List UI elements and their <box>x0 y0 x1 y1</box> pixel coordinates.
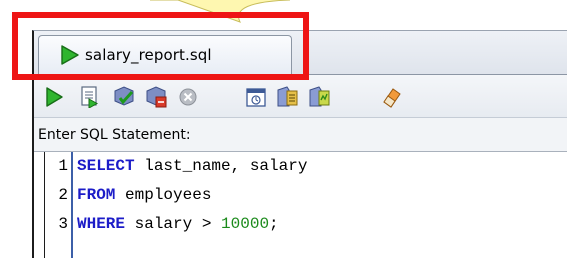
toolbar <box>34 75 567 118</box>
code-line[interactable]: 1 SELECT last_name, salary <box>45 152 307 180</box>
code-line[interactable]: 3 WHERE salary > 10000; <box>45 210 279 238</box>
line-number: 3 <box>58 215 68 233</box>
code-text: WHERE salary > 10000; <box>77 215 279 233</box>
tab-salary-report[interactable]: salary_report.sql <box>38 35 292 74</box>
plain-token: last_name, salary <box>134 157 308 175</box>
plain-token: ; <box>269 215 279 233</box>
run-script-icon[interactable] <box>78 85 102 109</box>
code-line[interactable]: 2 FROM employees <box>45 181 211 209</box>
prompt-bar: Enter SQL Statement: <box>34 118 567 152</box>
keyword-token: SELECT <box>77 157 135 175</box>
callout-bubble <box>150 0 290 24</box>
tab-label: salary_report.sql <box>85 46 212 64</box>
run-arrow-icon <box>59 44 81 66</box>
plain-token: employees <box>115 186 212 204</box>
sql-editor[interactable]: 1 SELECT last_name, salary 2 FROM employ… <box>44 152 567 258</box>
enter-sql-statement-label: Enter SQL Statement: <box>38 126 191 143</box>
commit-icon[interactable] <box>112 85 136 109</box>
run-statement-icon[interactable] <box>42 85 66 109</box>
keyword-token: WHERE <box>77 215 126 233</box>
explain-plan-icon[interactable] <box>276 85 300 109</box>
cancel-icon[interactable] <box>176 85 200 109</box>
rollback-icon[interactable] <box>144 85 168 109</box>
code-text: FROM employees <box>77 186 211 204</box>
sql-tuning-advisor-icon[interactable] <box>244 85 268 109</box>
autotrace-icon[interactable] <box>308 85 332 109</box>
sql-worksheet-window: salary_report.sql Enter SQL Statement: 1… <box>32 30 567 258</box>
screenshot-page: salary_report.sql Enter SQL Statement: 1… <box>0 0 567 258</box>
numeric-literal: 10000 <box>221 215 270 233</box>
code-text: SELECT last_name, salary <box>77 157 307 175</box>
keyword-token: FROM <box>77 186 116 204</box>
line-number: 1 <box>58 157 68 175</box>
clear-icon[interactable] <box>380 85 404 109</box>
plain-token: salary > <box>125 215 222 233</box>
tab-strip: salary_report.sql <box>34 31 567 75</box>
line-number: 2 <box>58 186 68 204</box>
